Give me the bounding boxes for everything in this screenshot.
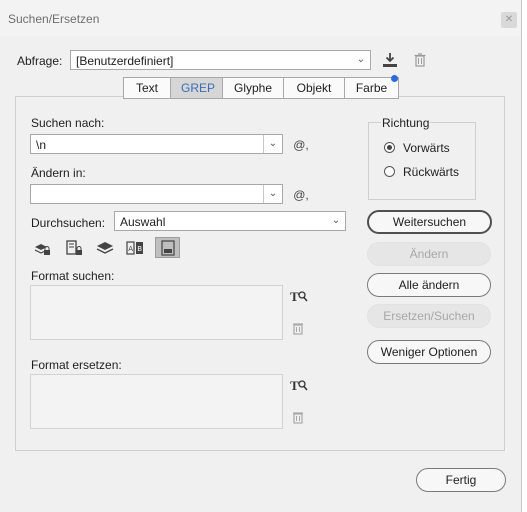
search-label: Suchen nach:: [31, 116, 105, 130]
query-label: Abfrage:: [17, 54, 63, 68]
chevron-down-icon[interactable]: ⌄: [263, 135, 282, 153]
query-value: [Benutzerdefiniert]: [76, 54, 174, 68]
replace-label: Ändern in:: [31, 166, 86, 180]
tab-object[interactable]: Objekt: [284, 78, 345, 98]
specify-format-search-icon[interactable]: T: [289, 287, 309, 305]
svg-text:B: B: [137, 245, 142, 253]
scope-select[interactable]: Auswahl ⌄: [114, 211, 346, 231]
chevron-down-icon: ⌄: [331, 215, 341, 226]
radio-backward-label[interactable]: Rückwärts: [403, 165, 459, 179]
tab-text[interactable]: Text: [124, 78, 171, 98]
trash-icon: [414, 53, 426, 67]
change-find-button[interactable]: Ersetzen/Suchen: [367, 304, 491, 328]
tab-color[interactable]: Farbe: [345, 78, 398, 98]
close-button[interactable]: ✕: [501, 12, 517, 28]
specify-format-replace-icon[interactable]: T: [289, 376, 309, 394]
special-characters-search-icon[interactable]: @,: [290, 136, 312, 154]
search-value: \n: [36, 138, 47, 152]
scope-label: Durchsuchen:: [31, 216, 106, 230]
trash-icon: [293, 323, 303, 335]
find-next-button[interactable]: Weitersuchen: [367, 210, 492, 234]
change-button[interactable]: Ändern: [367, 242, 491, 266]
window-title: Suchen/Ersetzen: [8, 12, 100, 26]
svg-text:A: A: [128, 245, 133, 253]
svg-text:T: T: [290, 378, 299, 393]
tab-glyph[interactable]: Glyphe: [223, 78, 284, 98]
save-query-icon: [383, 53, 397, 67]
done-button[interactable]: Fertig: [416, 468, 506, 492]
include-master-pages-icon[interactable]: AB: [126, 239, 144, 257]
notification-dot: [391, 75, 398, 82]
radio-forward[interactable]: [384, 142, 395, 153]
direction-group: [368, 122, 476, 200]
include-locked-layers-icon[interactable]: [33, 239, 51, 257]
tab-bar: Text GREP Glyphe Objekt Farbe: [123, 77, 399, 99]
find-change-dialog: Suchen/Ersetzen ✕ Abfrage: [Benutzerdefi…: [0, 0, 522, 512]
format-replace-box[interactable]: [30, 374, 283, 429]
clear-format-search-button[interactable]: [290, 320, 306, 336]
format-search-label: Format suchen:: [31, 269, 115, 283]
svg-text:T: T: [290, 289, 299, 304]
search-input[interactable]: \n ⌄: [30, 134, 283, 154]
change-all-button[interactable]: Alle ändern: [367, 273, 491, 297]
query-select[interactable]: [Benutzerdefiniert] ⌄: [70, 50, 371, 70]
fewer-options-button[interactable]: Weniger Optionen: [367, 340, 491, 364]
include-locked-stories-icon[interactable]: [65, 239, 83, 257]
chevron-down-icon[interactable]: ⌄: [263, 185, 282, 203]
trash-icon: [293, 412, 303, 424]
radio-forward-label[interactable]: Vorwärts: [403, 141, 450, 155]
replace-input[interactable]: ⌄: [30, 184, 283, 204]
chevron-down-icon: ⌄: [356, 54, 366, 65]
scope-value: Auswahl: [120, 215, 166, 229]
format-search-box[interactable]: [30, 285, 283, 340]
include-hidden-layers-icon[interactable]: [96, 239, 114, 257]
format-replace-label: Format ersetzen:: [31, 358, 122, 372]
include-footnotes-icon[interactable]: [155, 237, 180, 258]
close-icon: ✕: [504, 14, 514, 25]
radio-backward[interactable]: [384, 166, 395, 177]
save-query-button[interactable]: [381, 51, 399, 69]
special-characters-replace-icon[interactable]: @,: [290, 186, 312, 204]
direction-label: Richtung: [381, 116, 431, 130]
delete-query-button[interactable]: [411, 51, 429, 69]
clear-format-replace-button[interactable]: [290, 409, 306, 425]
tab-grep[interactable]: GREP: [171, 78, 223, 98]
